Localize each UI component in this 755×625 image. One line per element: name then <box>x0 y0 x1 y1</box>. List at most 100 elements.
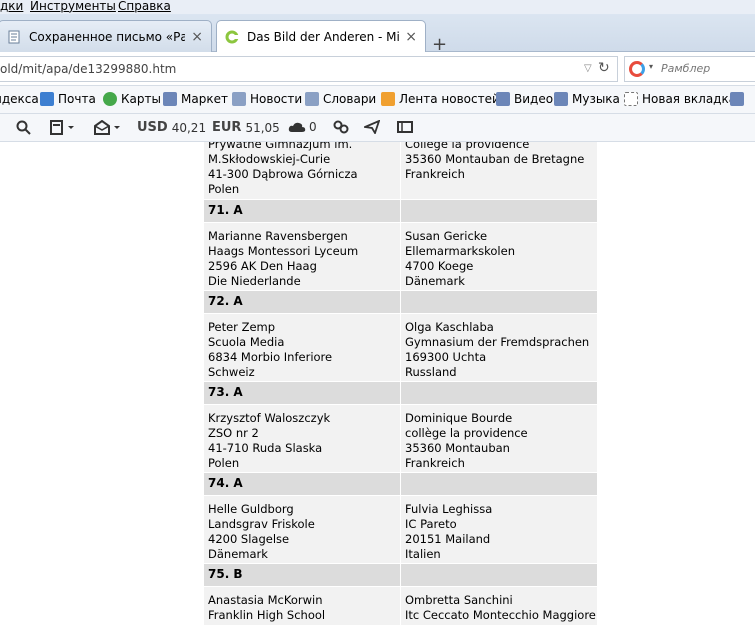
left-cell: Helle Guldborg Landsgrav Friskole 4200 S… <box>204 496 400 563</box>
cell-line: Italien <box>405 547 441 561</box>
menu-item-tools[interactable]: Инструменты <box>30 0 116 12</box>
entry-number: 75. B <box>204 564 400 586</box>
header-cell-empty <box>401 473 597 495</box>
clipboard-icon[interactable] <box>50 120 76 135</box>
table-row: Anastasia McKorwin Franklin High School … <box>204 587 597 625</box>
cell-line: Franklin High School <box>208 608 326 622</box>
horoscope-icon[interactable] <box>333 120 349 134</box>
bookmark-more[interactable] <box>730 92 748 106</box>
weather-widget[interactable]: 0 <box>288 120 317 134</box>
address-bar[interactable]: old/mit/apa/de13299880.htm ▽ ↻ <box>0 56 618 82</box>
cell-line: Scuola Media <box>208 335 285 349</box>
bookmark-mail[interactable]: Почта <box>40 92 96 106</box>
tab-das-bild[interactable]: Das Bild der Anderen - Mit... × <box>216 20 426 53</box>
bookmarks-bar: ндекса Почта Карты Маркет Новости Словар… <box>0 86 755 114</box>
cell-line: 6834 Morbio Inferiore <box>208 350 333 364</box>
cell-line: Landsgrav Friskole <box>208 517 315 531</box>
tab-title: Das Bild der Anderen - Mit... <box>247 30 400 44</box>
mail-icon[interactable] <box>94 120 122 135</box>
left-cell: Peter Zemp Scuola Media 6834 Morbio Infe… <box>204 314 400 381</box>
search-box[interactable]: ▾ Рамблер <box>624 56 755 82</box>
page-content: Prywatne Gimnazjum im. M.Skłodowskiej-Cu… <box>0 142 755 625</box>
cell-line: 20151 Mailand <box>405 532 491 546</box>
left-cell: Krzysztof Waloszczyk ZSO nr 2 41-710 Rud… <box>204 405 400 472</box>
bookmark-label: Словари <box>323 92 377 106</box>
right-cell: Susan Gericke Ellemarmarkskolen 4700 Koe… <box>401 223 597 290</box>
reload-icon[interactable]: ↻ <box>598 56 610 80</box>
extension-toolbar: USD 40,21 EUR 51,05 0 <box>0 114 755 142</box>
bookmark-dictionaries[interactable]: Словари <box>305 92 376 106</box>
chevron-down-icon[interactable]: ▽ <box>584 57 592 81</box>
bookmark-label: Маркет <box>181 92 228 106</box>
bookmark-label: Видео <box>514 92 554 106</box>
bookmark-label: Музыка <box>572 92 620 106</box>
partner-table: Prywatne Gimnazjum im. M.Skłodowskiej-Cu… <box>204 142 597 625</box>
entry-number: 71. A <box>204 200 400 222</box>
cell-line: ZSO nr 2 <box>208 426 259 440</box>
maps-icon <box>103 92 117 106</box>
close-icon[interactable]: × <box>191 29 203 45</box>
news-icon <box>232 92 246 106</box>
close-icon[interactable]: × <box>405 29 417 45</box>
left-cell: Marianne Ravensbergen Haags Montessori L… <box>204 223 400 290</box>
cell-line: M.Skłodowskiej-Curie <box>208 152 331 166</box>
entry-number: 73. A <box>204 382 400 404</box>
cell-line: Polen <box>208 456 240 470</box>
cell-line: Krzysztof Waloszczyk <box>208 411 331 425</box>
cell-line: IC Pareto <box>405 517 457 531</box>
cell-line: Dänemark <box>208 547 268 561</box>
bookmark-label: Новая вкладка <box>642 92 737 106</box>
site-favicon-icon <box>225 30 239 44</box>
bookmark-news-feed[interactable]: Лента новостей <box>381 92 500 106</box>
market-icon <box>163 92 177 106</box>
cell-line: Haags Montessori Lyceum <box>208 244 359 258</box>
cell-line: 35360 Montauban <box>405 441 510 455</box>
cell-line: 41-300 Dąbrowa Górnicza <box>208 167 358 181</box>
eur-rate[interactable]: EUR 51,05 <box>212 120 280 135</box>
tab-saved-letter[interactable]: Сохраненное письмо «Ра... × <box>0 20 212 52</box>
music-icon <box>554 92 568 106</box>
cell-line: Ellemarmarkskolen <box>405 244 515 258</box>
rambler-logo-icon[interactable] <box>629 61 645 77</box>
url-text[interactable]: old/mit/apa/de13299880.htm <box>0 57 176 81</box>
bookmark-maps[interactable]: Карты <box>103 92 161 106</box>
bookmark-yandex[interactable]: ндекса <box>0 92 39 106</box>
search-input[interactable]: Рамблер <box>661 62 710 75</box>
ticket-icon[interactable] <box>397 120 413 134</box>
video-icon <box>496 92 510 106</box>
bookmark-new-tab[interactable]: Новая вкладка <box>624 92 736 106</box>
table-header-row: 74. A <box>204 473 597 495</box>
menu-item-bookmarks[interactable]: дки <box>0 0 23 12</box>
menu-item-help[interactable]: Справка <box>118 0 171 12</box>
cell-line: Polen <box>208 182 240 196</box>
cell-line: 41-710 Ruda Slaska <box>208 441 323 455</box>
bookmark-news[interactable]: Новости <box>232 92 302 106</box>
cell-line: 4700 Koege <box>405 259 474 273</box>
header-cell-empty <box>401 382 597 404</box>
cell-line: 169300 Uchta <box>405 350 487 364</box>
right-cell: Fulvia Leghissa IC Pareto 20151 Mailand … <box>401 496 597 563</box>
bookmark-market[interactable]: Маркет <box>163 92 228 106</box>
mail-icon <box>40 92 54 106</box>
search-icon[interactable] <box>16 120 31 135</box>
menu-bar: дки Инструменты Справка <box>0 0 755 14</box>
bookmark-label: ндекса <box>0 92 39 106</box>
bookmark-label: Карты <box>121 92 161 106</box>
bookmark-label: Почта <box>58 92 96 106</box>
cell-line: Itc Ceccato Montecchio Maggiore <box>405 608 596 622</box>
send-icon[interactable] <box>364 120 380 134</box>
cell-line: Die Niederlande <box>208 274 301 288</box>
chevron-down-icon[interactable]: ▾ <box>649 62 653 71</box>
right-cell: Olga Kaschlaba Gymnasium der Fremdsprach… <box>401 314 597 381</box>
cell-line: Fulvia Leghissa <box>405 502 493 516</box>
cell-line: Frankreich <box>405 456 465 470</box>
usd-value: 40,21 <box>171 120 207 135</box>
usd-rate[interactable]: USD 40,21 <box>137 120 206 135</box>
bookmark-music[interactable]: Музыка <box>554 92 620 106</box>
table-row: Peter Zemp Scuola Media 6834 Morbio Infe… <box>204 314 597 381</box>
eur-label: EUR <box>212 120 242 135</box>
cell-line: Dänemark <box>405 274 465 288</box>
bookmark-video[interactable]: Видео <box>496 92 553 106</box>
usd-label: USD <box>137 120 168 135</box>
header-cell-empty <box>401 200 597 222</box>
